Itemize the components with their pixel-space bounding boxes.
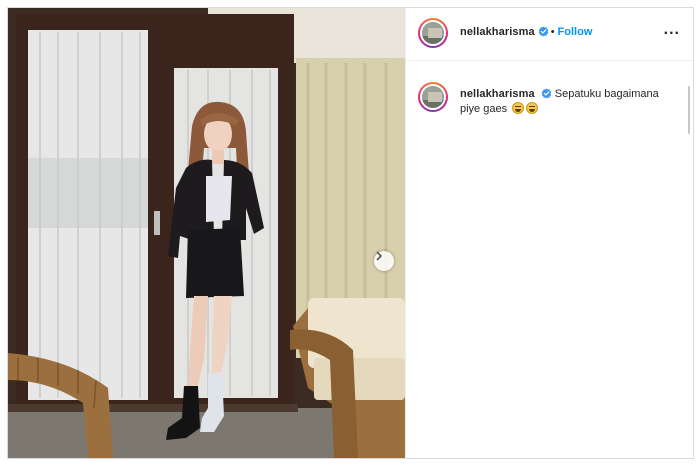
profile-photo-icon <box>422 22 444 44</box>
avatar[interactable] <box>418 82 448 112</box>
username-link[interactable]: nellakharisma <box>460 26 535 38</box>
verified-badge-icon <box>541 88 551 99</box>
post-side-panel: nellakharisma • Follow ... nellakharisma S… <box>405 8 693 458</box>
post-photo[interactable] <box>8 8 405 458</box>
instagram-post: nellakharisma • Follow ... nellakharisma S… <box>7 7 694 459</box>
verified-badge-icon <box>538 26 548 37</box>
more-options-button[interactable]: ... <box>664 22 680 38</box>
caption-text-block: nellakharisma Sepatuku bagaimana piye ga… <box>460 87 675 117</box>
comments-scrollbar[interactable] <box>688 86 690 134</box>
username-link[interactable]: nellakharisma <box>460 88 535 100</box>
next-photo-button[interactable] <box>374 251 394 271</box>
separator-dot: • <box>550 26 555 38</box>
grinning-sweat-emoji-icon <box>526 102 539 114</box>
header-line: nellakharisma • Follow <box>460 26 592 38</box>
avatar[interactable] <box>418 18 448 48</box>
chevron-right-icon <box>376 251 382 261</box>
grinning-sweat-emoji-icon <box>512 102 525 114</box>
follow-button[interactable]: Follow <box>558 26 593 38</box>
post-header: nellakharisma • Follow ... <box>406 8 693 61</box>
profile-photo-icon <box>422 86 444 108</box>
photo-scene <box>8 8 405 458</box>
